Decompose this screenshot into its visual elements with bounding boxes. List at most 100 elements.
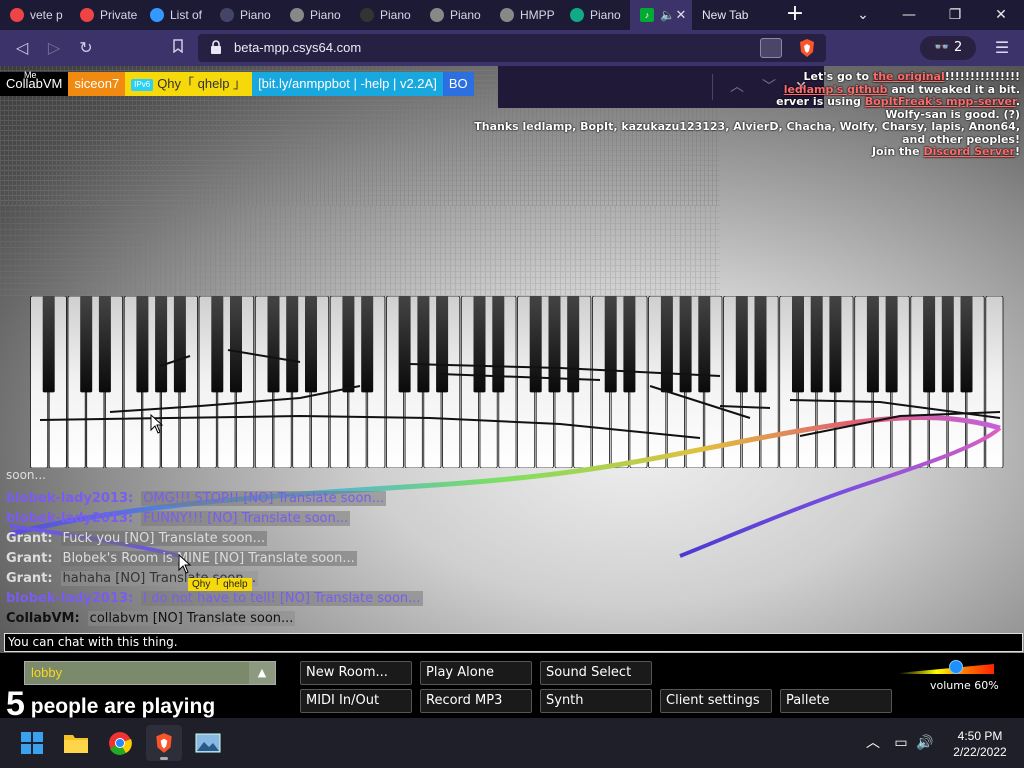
white-key[interactable] [985,296,1004,468]
speaker-icon[interactable]: 🔈 [660,8,675,22]
chevron-up-icon[interactable]: ︿ [864,734,882,752]
black-key[interactable] [305,296,317,393]
tab-3[interactable]: Piano [210,0,280,30]
black-key[interactable] [473,296,486,393]
piano-keys[interactable] [30,296,1004,468]
synth-button[interactable]: Synth [540,689,652,713]
discord-link[interactable]: Discord Server [923,145,1015,158]
address-bar[interactable]: beta-mpp.csys64.com [198,34,826,62]
photos-icon[interactable] [190,725,226,761]
restore-button[interactable]: ❐ [932,0,978,30]
black-key[interactable] [42,296,55,393]
volume-knob[interactable] [948,660,963,674]
black-key[interactable] [417,296,430,393]
black-key[interactable] [211,296,224,393]
black-key[interactable] [173,296,186,393]
network-icon[interactable]: ▭ [892,734,910,752]
play-alone-button[interactable]: Play Alone [420,661,532,685]
user-tag[interactable]: [bit.ly/anmppbot | -help | v2.2A] [252,72,443,96]
original-link[interactable]: the original [873,70,945,83]
tab-6[interactable]: Piano [420,0,490,30]
minimize-button[interactable]: — [886,0,932,30]
black-key[interactable] [155,296,168,393]
black-key[interactable] [267,296,280,393]
black-key[interactable] [623,296,636,393]
black-key[interactable] [754,296,767,393]
tab-4[interactable]: Piano [280,0,350,30]
reader-mode-icon[interactable] [760,38,782,58]
file-explorer-icon[interactable] [58,725,94,761]
clock[interactable]: 4:50 PM 2/22/2022 [942,728,1018,760]
brave-shields-icon[interactable] [798,38,816,58]
user-tag[interactable]: IPv6 Qhy「 qhelp 」 [125,72,253,96]
url-text[interactable]: beta-mpp.csys64.com [234,40,361,55]
volume-slider[interactable]: volume 60% [896,658,1000,696]
chat-nick[interactable]: blobek-lady2013: [6,491,133,506]
black-key[interactable] [230,296,242,393]
tab-1[interactable]: Private [70,0,140,30]
black-key[interactable] [679,296,692,393]
black-key[interactable] [361,296,374,393]
chat-nick[interactable]: Grant: [6,531,53,546]
black-key[interactable] [735,296,748,393]
black-key[interactable] [941,296,954,393]
black-key[interactable] [98,296,111,393]
black-key[interactable] [436,296,449,393]
black-key[interactable] [792,296,804,393]
forward-icon[interactable]: ▷ [38,30,70,66]
black-key[interactable] [923,296,936,393]
black-key[interactable] [286,296,299,393]
black-key[interactable] [80,296,93,393]
black-key[interactable] [136,296,149,393]
volume-icon[interactable]: 🔊 [916,734,934,752]
black-key[interactable] [810,296,823,393]
midi-button[interactable]: MIDI In/Out [300,689,412,713]
tab-5[interactable]: Piano [350,0,420,30]
black-key[interactable] [960,296,973,393]
chat-input[interactable]: You can chat with this thing. [4,633,1023,652]
tab-0[interactable]: vete p [0,0,70,30]
volume-track[interactable] [898,664,994,674]
black-key[interactable] [660,296,673,393]
user-tag[interactable]: siceon7 [68,72,126,96]
tab-search-chevron-icon[interactable]: ⌄ [840,0,886,30]
black-key[interactable] [567,296,580,393]
chat-nick[interactable]: CollabVM: [6,611,80,626]
tab-2[interactable]: List of [140,0,210,30]
pallete-button[interactable]: Pallete [780,689,892,713]
close-icon[interactable]: ✕ [674,8,688,22]
piano-keyboard[interactable] [30,296,1004,468]
server-link[interactable]: BopItFreak's mpp-server [865,95,1016,108]
new-room-button[interactable]: New Room... [300,661,412,685]
chat-nick[interactable]: Grant: [6,571,53,586]
black-key[interactable] [342,296,355,393]
black-key[interactable] [604,296,617,393]
tab-8[interactable]: Piano [560,0,630,30]
chat-nick[interactable]: Grant: [6,551,53,566]
black-key[interactable] [398,296,411,393]
chrome-icon[interactable] [102,725,138,761]
menu-icon[interactable]: ☰ [988,36,1016,60]
chevron-up-icon[interactable]: ▲ [249,662,275,684]
new-tab-button[interactable]: + [776,0,814,30]
tab-new[interactable]: New Tab [692,0,776,30]
record-mp3-button[interactable]: Record MP3 [420,689,532,713]
black-key[interactable] [548,296,561,393]
chat-nick[interactable]: blobek-lady2013: [6,511,133,526]
black-key[interactable] [829,296,842,393]
tab-7[interactable]: HMPP [490,0,560,30]
back-icon[interactable]: ◁ [6,30,38,66]
black-key[interactable] [529,296,542,393]
sound-select-button[interactable]: Sound Select [540,661,652,685]
black-key[interactable] [885,296,898,393]
tab-active-audio[interactable]: ♪ 🔈 ✕ [630,0,692,30]
chat-nick[interactable]: blobek-lady2013: [6,591,133,606]
close-window-button[interactable]: ✕ [978,0,1024,30]
brave-taskbar-icon[interactable] [146,725,182,761]
bookmark-icon[interactable] [162,30,194,66]
client-settings-button[interactable]: Client settings [660,689,772,713]
vpn-button[interactable]: 👓 2 [920,36,976,60]
reload-icon[interactable]: ↻ [70,30,102,66]
windows-start-icon[interactable] [14,725,50,761]
black-key[interactable] [866,296,879,393]
